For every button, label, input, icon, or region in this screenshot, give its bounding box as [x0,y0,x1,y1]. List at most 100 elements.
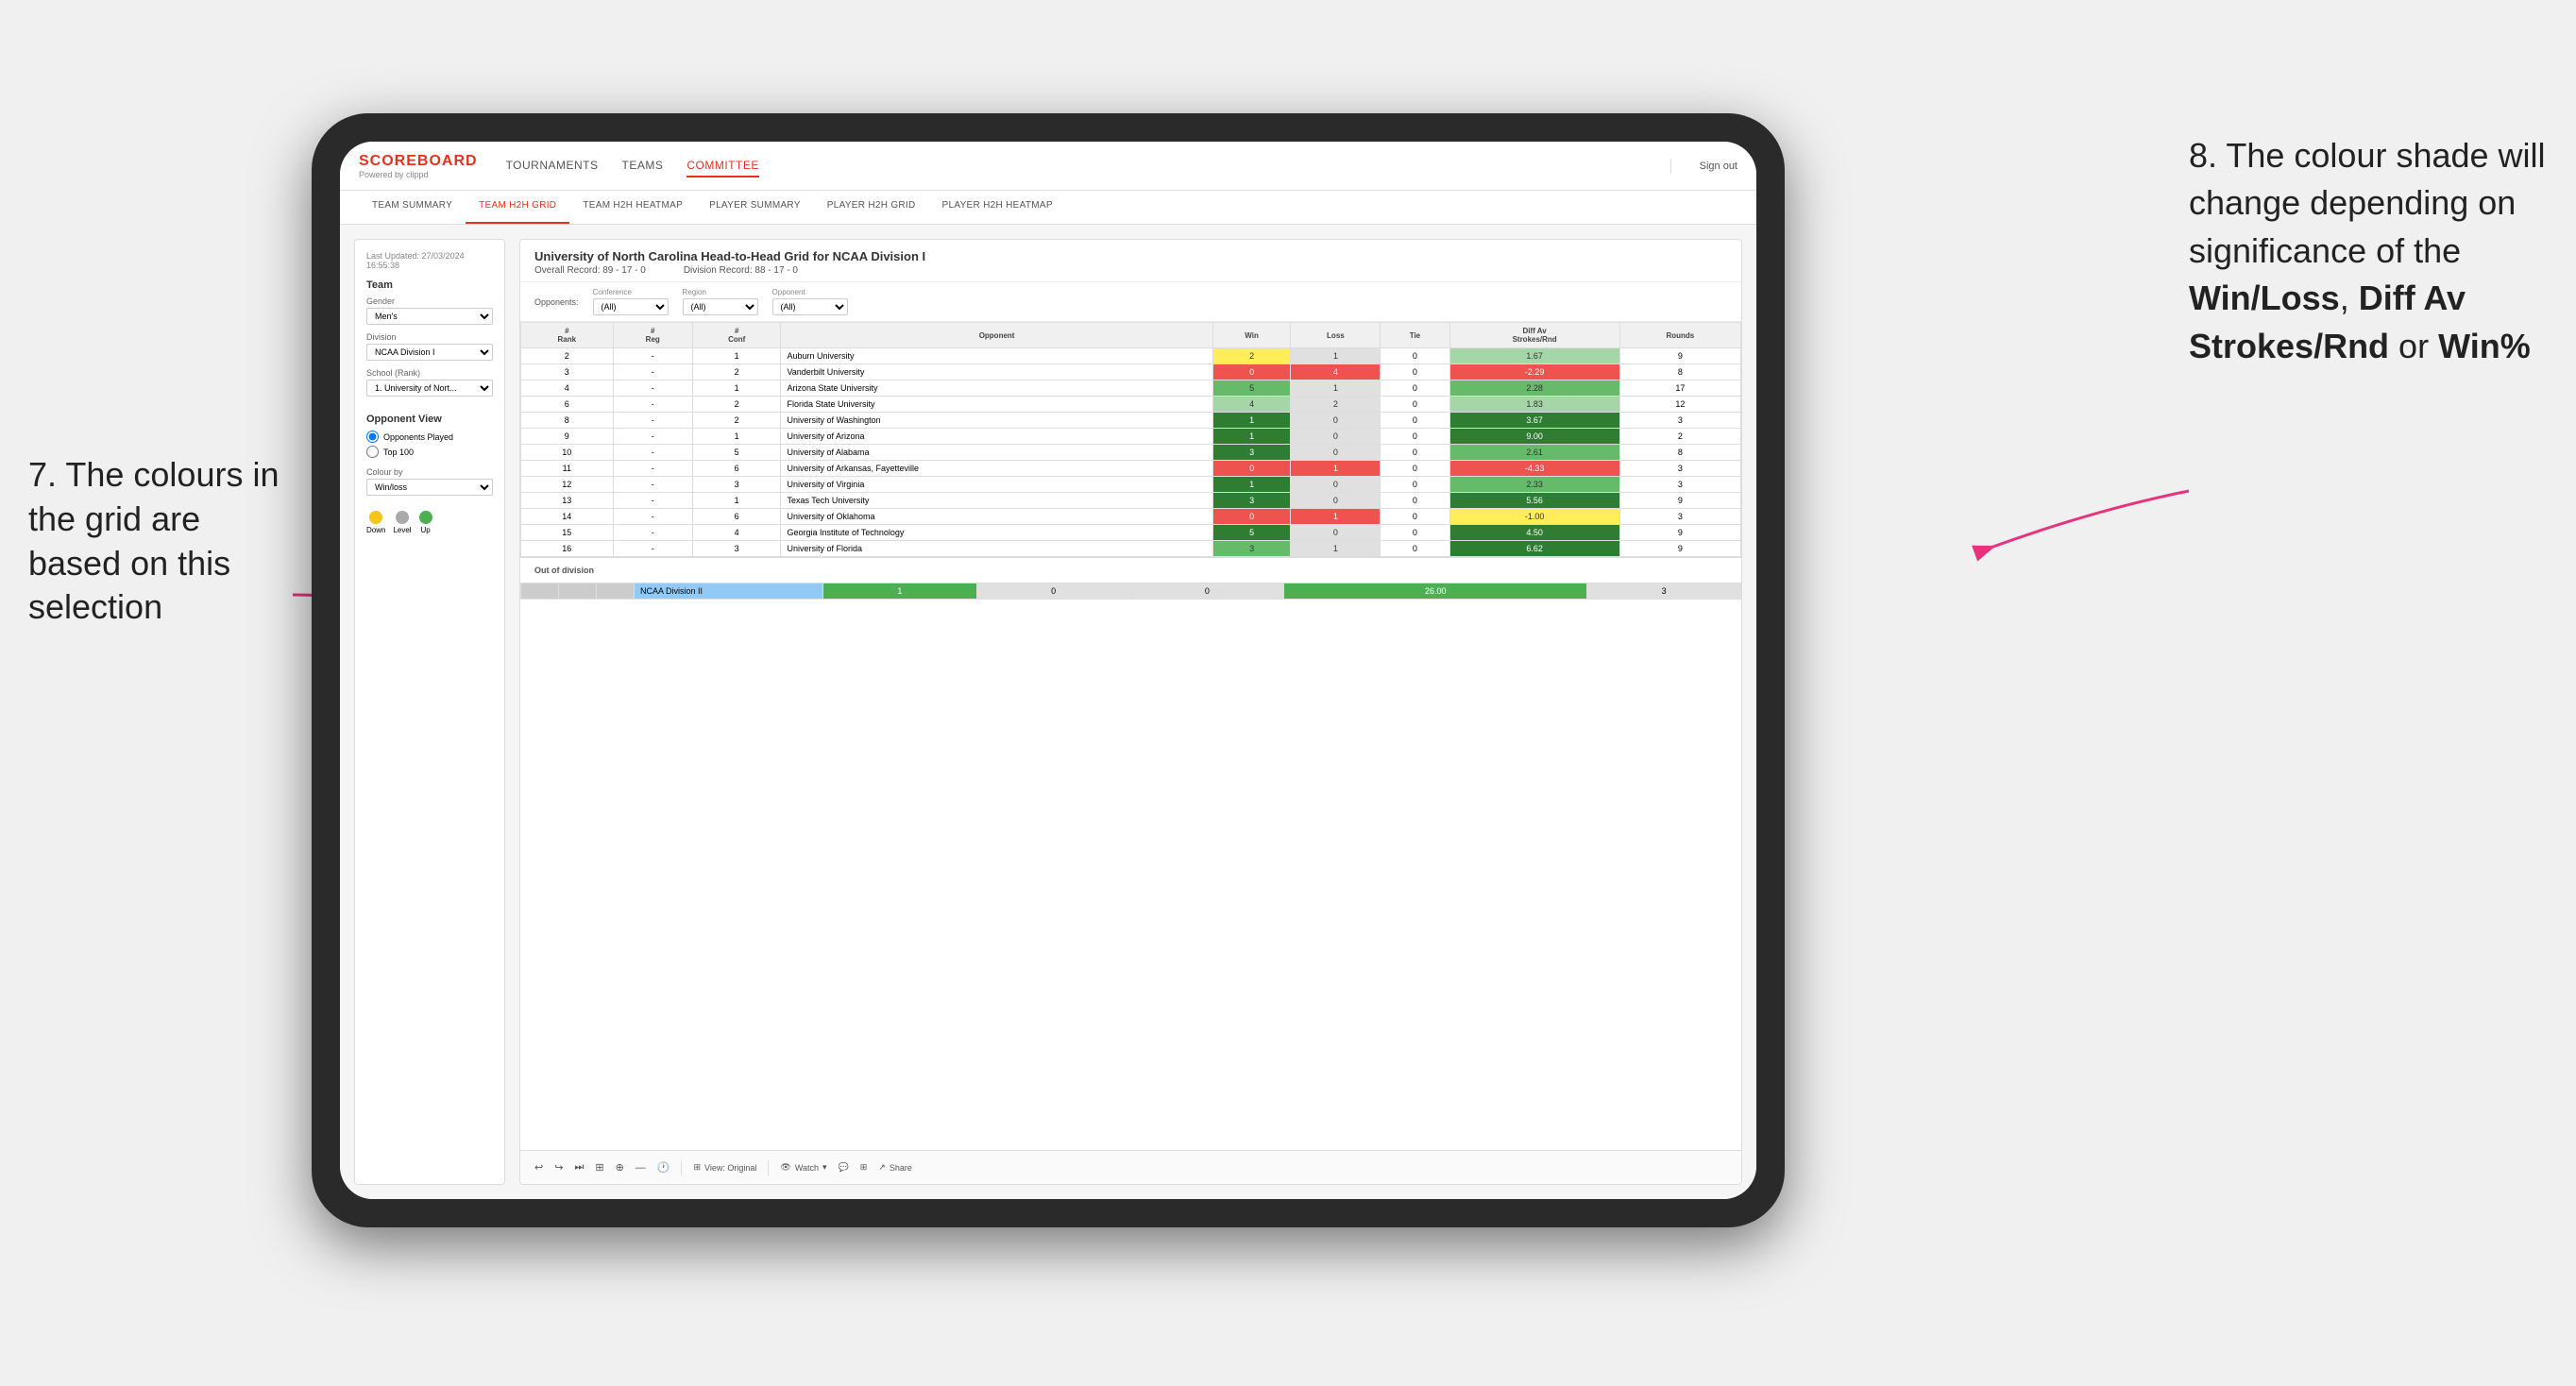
sign-out-button[interactable]: Sign out [1700,161,1737,172]
cell-diff: 2.28 [1449,380,1619,397]
cell-loss: 1 [1291,380,1381,397]
col-diff: Diff AvStrokes/Rnd [1449,323,1619,348]
cell-conf: 2 [692,397,781,413]
school-select[interactable]: 1. University of Nort... [366,380,493,397]
nav-teams[interactable]: TEAMS [622,155,664,177]
cell-rank: 11 [521,461,614,477]
cell-tie: 0 [1381,348,1449,364]
cell-rank: 15 [521,525,614,541]
sub-nav-team-h2h-grid[interactable]: TEAM H2H GRID [466,191,569,224]
odiv-rank [521,583,559,600]
cell-win: 3 [1212,541,1291,557]
col-conf: #Conf [692,323,781,348]
cell-loss: 0 [1291,445,1381,461]
cell-reg: - [613,348,692,364]
dash-icon[interactable]: — [636,1162,646,1174]
cell-rank: 13 [521,493,614,509]
division-label: Division [366,332,493,342]
odiv-name: NCAA Division II [635,583,823,600]
nav-committee[interactable]: COMMITTEE [686,155,759,177]
sub-nav-player-summary[interactable]: PLAYER SUMMARY [696,191,814,224]
cell-conf: 1 [692,348,781,364]
opponent-played-option[interactable]: Opponents Played [366,431,493,443]
gender-select[interactable]: Men's [366,308,493,325]
col-opponent: Opponent [781,323,1212,348]
nav-items: TOURNAMENTS TEAMS COMMITTEE [506,155,1642,177]
cell-win: 4 [1212,397,1291,413]
cell-loss: 0 [1291,413,1381,429]
sub-nav-player-h2h-heatmap[interactable]: PLAYER H2H HEATMAP [929,191,1066,224]
cell-win: 1 [1212,413,1291,429]
cell-diff: -1.00 [1449,509,1619,525]
cell-rounds: 9 [1619,525,1740,541]
clock-icon[interactable]: 🕐 [657,1161,670,1174]
odiv-loss: 0 [976,583,1130,600]
view-original-btn[interactable]: ⊞ View: Original [693,1162,756,1173]
share-icons-btn[interactable]: ⊞ [860,1162,868,1173]
filter-opponent: Opponent (All) [772,288,848,315]
crop-icon[interactable]: ⊞ [595,1161,603,1174]
cell-opponent: University of Florida [781,541,1212,557]
cell-reg: - [613,541,692,557]
cell-conf: 2 [692,413,781,429]
cell-conf: 2 [692,364,781,380]
filter-region: Region (All) [683,288,758,315]
cell-loss: 1 [1291,541,1381,557]
annotation-left: 7. The colours in the grid are based on … [28,453,293,630]
cell-diff: 5.56 [1449,493,1619,509]
col-loss: Loss [1291,323,1381,348]
cell-win: 1 [1212,429,1291,445]
colour-by-select[interactable]: Win/loss [366,479,493,496]
cell-tie: 0 [1381,493,1449,509]
cell-loss: 0 [1291,477,1381,493]
cell-rank: 12 [521,477,614,493]
conference-filter-select[interactable]: (All) [593,298,669,315]
undo-icon[interactable]: ↩ [534,1161,543,1174]
cell-opponent: University of Oklahoma [781,509,1212,525]
division-select[interactable]: NCAA Division I [366,344,493,361]
share-icon: ⊞ [860,1162,868,1173]
odiv-win: 1 [823,583,977,600]
sub-nav-team-summary[interactable]: TEAM SUMMARY [359,191,466,224]
odiv-conf [597,583,635,600]
cell-rank: 4 [521,380,614,397]
cell-tie: 0 [1381,461,1449,477]
out-of-division-table: NCAA Division II 1 0 0 26.00 3 [520,583,1741,600]
data-table: #Rank #Reg #Conf Opponent Win Loss Tie D… [520,322,1741,1150]
region-filter-select[interactable]: (All) [683,298,758,315]
nav-tournaments[interactable]: TOURNAMENTS [506,155,599,177]
header-divider [1670,159,1671,174]
grid-subtitle: Overall Record: 89 - 17 - 0 Division Rec… [534,265,1727,276]
cell-conf: 3 [692,477,781,493]
cell-diff: -4.33 [1449,461,1619,477]
app-header: SCOREBOARD Powered by clippd TOURNAMENTS… [340,142,1756,191]
gender-label: Gender [366,296,493,306]
cell-rank: 8 [521,413,614,429]
forward-icon[interactable]: ⏭ [574,1161,584,1174]
sub-nav-player-h2h-grid[interactable]: PLAYER H2H GRID [814,191,929,224]
legend-level: Level [393,511,411,534]
cell-loss: 0 [1291,429,1381,445]
watch-btn[interactable]: 👁 Watch ▾ [780,1162,826,1173]
feedback-btn[interactable]: 💬 [839,1162,849,1173]
cell-conf: 1 [692,493,781,509]
logo-subtitle: Powered by clippd [359,170,429,179]
cell-rank: 3 [521,364,614,380]
opponent-filter-select[interactable]: (All) [772,298,848,315]
share-label: Share [890,1163,912,1173]
plus-icon[interactable]: ⊕ [616,1161,624,1174]
table-row: 15 - 4 Georgia Institute of Technology 5… [521,525,1741,541]
cell-conf: 5 [692,445,781,461]
share-btn[interactable]: ↗ Share [878,1162,912,1173]
top100-option[interactable]: Top 100 [366,446,493,458]
sub-nav-team-h2h-heatmap[interactable]: TEAM H2H HEATMAP [569,191,696,224]
colour-by-label: Colour by [366,467,493,477]
cell-tie: 0 [1381,445,1449,461]
redo-icon[interactable]: ↪ [554,1161,563,1174]
division-record: Division Record: 88 - 17 - 0 [684,265,798,276]
cell-rank: 14 [521,509,614,525]
table-row: 9 - 1 University of Arizona 1 0 0 9.00 2 [521,429,1741,445]
cell-opponent: University of Arkansas, Fayetteville [781,461,1212,477]
opponent-view-title: Opponent View [366,414,493,425]
cell-loss: 1 [1291,461,1381,477]
